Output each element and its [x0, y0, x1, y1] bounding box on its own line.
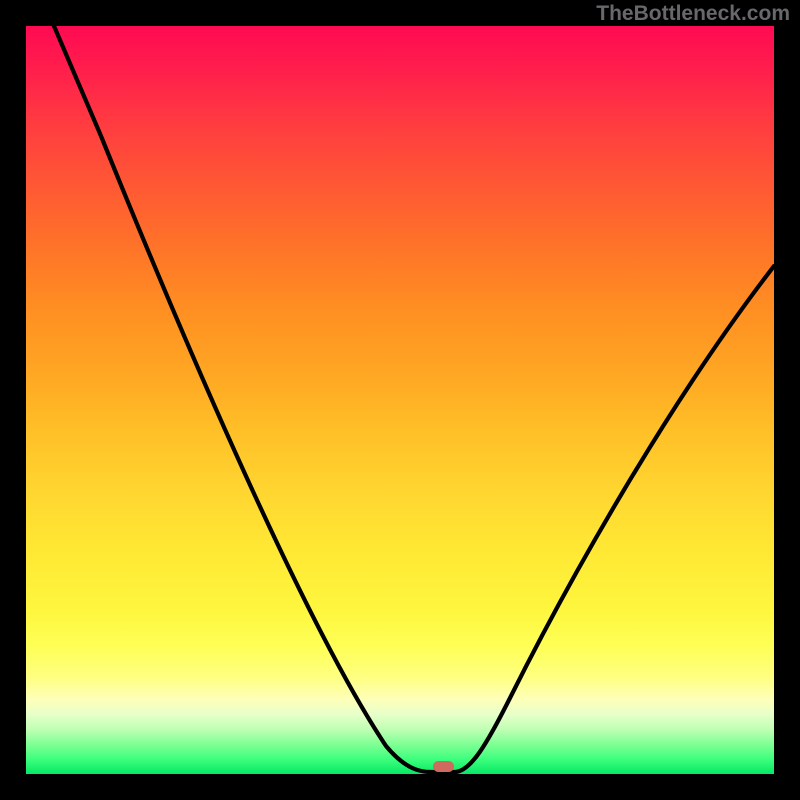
watermark-text: TheBottleneck.com [596, 2, 790, 26]
optimal-point-marker [433, 761, 454, 772]
chart-frame: TheBottleneck.com [0, 0, 800, 800]
plot-area [26, 26, 774, 774]
bottleneck-curve [26, 26, 774, 774]
bottleneck-curve-path [54, 26, 774, 772]
